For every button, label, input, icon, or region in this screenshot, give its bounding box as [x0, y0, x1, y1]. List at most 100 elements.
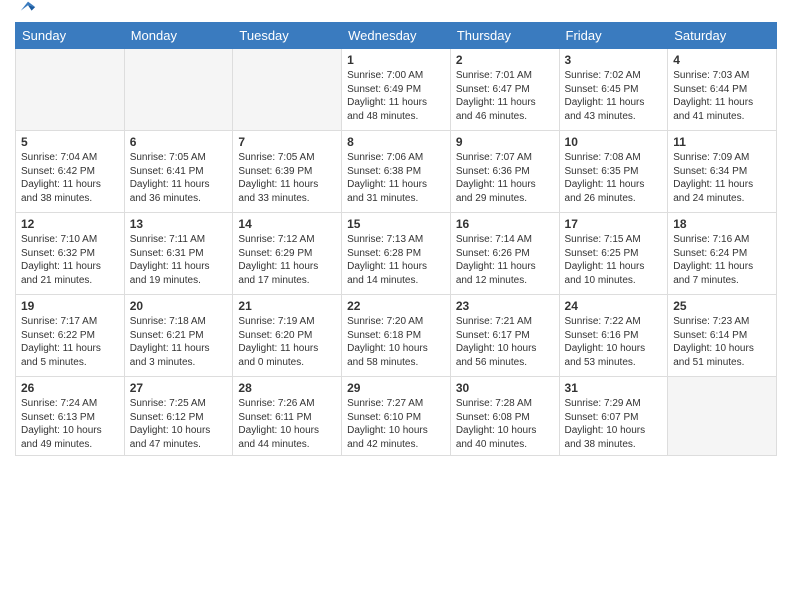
day-info: Sunrise: 7:01 AM Sunset: 6:47 PM Dayligh…	[456, 69, 554, 123]
day-number: 24	[565, 299, 663, 313]
calendar-day-cell: 2 Sunrise: 7:01 AM Sunset: 6:47 PM Daylig…	[450, 49, 559, 131]
day-info: Sunrise: 7:12 AM Sunset: 6:29 PM Dayligh…	[238, 233, 336, 287]
day-info: Sunrise: 7:13 AM Sunset: 6:28 PM Dayligh…	[347, 233, 445, 287]
day-info: Sunrise: 7:05 AM Sunset: 6:39 PM Dayligh…	[238, 151, 336, 205]
day-number: 27	[130, 381, 228, 395]
calendar-day-cell	[124, 49, 233, 131]
calendar-day-cell: 15 Sunrise: 7:13 AM Sunset: 6:28 PM Dayli…	[342, 213, 451, 295]
calendar-day-cell: 28 Sunrise: 7:26 AM Sunset: 6:11 PM Dayli…	[233, 377, 342, 456]
day-info: Sunrise: 7:00 AM Sunset: 6:49 PM Dayligh…	[347, 69, 445, 123]
calendar-day-cell: 12 Sunrise: 7:10 AM Sunset: 6:32 PM Dayli…	[16, 213, 125, 295]
calendar-day-cell	[233, 49, 342, 131]
calendar-header-row: SundayMondayTuesdayWednesdayThursdayFrid…	[16, 23, 777, 49]
header	[15, 10, 777, 14]
day-info: Sunrise: 7:17 AM Sunset: 6:22 PM Dayligh…	[21, 315, 119, 369]
calendar-day-cell: 25Sunrise: 7:23 AM Sunset: 6:14 PM Dayli…	[668, 295, 777, 377]
calendar-header-monday: Monday	[124, 23, 233, 49]
calendar-day-cell: 9Sunrise: 7:07 AM Sunset: 6:36 PM Daylig…	[450, 131, 559, 213]
day-number: 3	[565, 53, 663, 67]
calendar-day-cell: 27 Sunrise: 7:25 AM Sunset: 6:12 PM Dayli…	[124, 377, 233, 456]
day-number: 8	[347, 135, 445, 149]
calendar-day-cell: 7 Sunrise: 7:05 AM Sunset: 6:39 PM Daylig…	[233, 131, 342, 213]
day-number: 28	[238, 381, 336, 395]
day-number: 2	[456, 53, 554, 67]
day-number: 30	[456, 381, 554, 395]
day-number: 7	[238, 135, 336, 149]
calendar-week-row: 1 Sunrise: 7:00 AM Sunset: 6:49 PM Daylig…	[16, 49, 777, 131]
day-info: Sunrise: 7:23 AM Sunset: 6:14 PM Dayligh…	[673, 315, 771, 369]
day-number: 5	[21, 135, 119, 149]
day-info: Sunrise: 7:25 AM Sunset: 6:12 PM Dayligh…	[130, 397, 228, 451]
calendar-day-cell: 4 Sunrise: 7:03 AM Sunset: 6:44 PM Daylig…	[668, 49, 777, 131]
day-info: Sunrise: 7:26 AM Sunset: 6:11 PM Dayligh…	[238, 397, 336, 451]
calendar-day-cell: 6 Sunrise: 7:05 AM Sunset: 6:41 PM Daylig…	[124, 131, 233, 213]
calendar-day-cell: 3 Sunrise: 7:02 AM Sunset: 6:45 PM Daylig…	[559, 49, 668, 131]
day-number: 18	[673, 217, 771, 231]
calendar-day-cell: 26 Sunrise: 7:24 AM Sunset: 6:13 PM Dayli…	[16, 377, 125, 456]
day-number: 29	[347, 381, 445, 395]
calendar-day-cell: 23Sunrise: 7:21 AM Sunset: 6:17 PM Dayli…	[450, 295, 559, 377]
day-info: Sunrise: 7:29 AM Sunset: 6:07 PM Dayligh…	[565, 397, 663, 451]
calendar-week-row: 19 Sunrise: 7:17 AM Sunset: 6:22 PM Dayli…	[16, 295, 777, 377]
calendar: SundayMondayTuesdayWednesdayThursdayFrid…	[15, 22, 777, 456]
day-number: 19	[21, 299, 119, 313]
day-info: Sunrise: 7:04 AM Sunset: 6:42 PM Dayligh…	[21, 151, 119, 205]
calendar-day-cell: 18 Sunrise: 7:16 AM Sunset: 6:24 PM Dayli…	[668, 213, 777, 295]
day-info: Sunrise: 7:05 AM Sunset: 6:41 PM Dayligh…	[130, 151, 228, 205]
calendar-header-tuesday: Tuesday	[233, 23, 342, 49]
calendar-day-cell: 24 Sunrise: 7:22 AM Sunset: 6:16 PM Dayli…	[559, 295, 668, 377]
day-number: 20	[130, 299, 228, 313]
day-number: 26	[21, 381, 119, 395]
calendar-day-cell: 20 Sunrise: 7:18 AM Sunset: 6:21 PM Dayli…	[124, 295, 233, 377]
page: SundayMondayTuesdayWednesdayThursdayFrid…	[0, 0, 792, 612]
calendar-week-row: 12 Sunrise: 7:10 AM Sunset: 6:32 PM Dayli…	[16, 213, 777, 295]
calendar-day-cell: 31 Sunrise: 7:29 AM Sunset: 6:07 PM Dayli…	[559, 377, 668, 456]
day-info: Sunrise: 7:11 AM Sunset: 6:31 PM Dayligh…	[130, 233, 228, 287]
day-info: Sunrise: 7:22 AM Sunset: 6:16 PM Dayligh…	[565, 315, 663, 369]
day-number: 1	[347, 53, 445, 67]
day-info: Sunrise: 7:28 AM Sunset: 6:08 PM Dayligh…	[456, 397, 554, 451]
calendar-day-cell	[668, 377, 777, 456]
calendar-header-friday: Friday	[559, 23, 668, 49]
day-info: Sunrise: 7:02 AM Sunset: 6:45 PM Dayligh…	[565, 69, 663, 123]
day-number: 10	[565, 135, 663, 149]
calendar-day-cell	[16, 49, 125, 131]
day-info: Sunrise: 7:16 AM Sunset: 6:24 PM Dayligh…	[673, 233, 771, 287]
calendar-header-sunday: Sunday	[16, 23, 125, 49]
day-info: Sunrise: 7:06 AM Sunset: 6:38 PM Dayligh…	[347, 151, 445, 205]
calendar-day-cell: 13 Sunrise: 7:11 AM Sunset: 6:31 PM Dayli…	[124, 213, 233, 295]
day-number: 13	[130, 217, 228, 231]
day-number: 4	[673, 53, 771, 67]
day-info: Sunrise: 7:21 AM Sunset: 6:17 PM Dayligh…	[456, 315, 554, 369]
day-info: Sunrise: 7:10 AM Sunset: 6:32 PM Dayligh…	[21, 233, 119, 287]
day-info: Sunrise: 7:24 AM Sunset: 6:13 PM Dayligh…	[21, 397, 119, 451]
day-number: 17	[565, 217, 663, 231]
calendar-day-cell: 11Sunrise: 7:09 AM Sunset: 6:34 PM Dayli…	[668, 131, 777, 213]
day-number: 16	[456, 217, 554, 231]
calendar-day-cell: 21Sunrise: 7:19 AM Sunset: 6:20 PM Dayli…	[233, 295, 342, 377]
calendar-day-cell: 5 Sunrise: 7:04 AM Sunset: 6:42 PM Daylig…	[16, 131, 125, 213]
calendar-day-cell: 19 Sunrise: 7:17 AM Sunset: 6:22 PM Dayli…	[16, 295, 125, 377]
calendar-day-cell: 16Sunrise: 7:14 AM Sunset: 6:26 PM Dayli…	[450, 213, 559, 295]
day-number: 11	[673, 135, 771, 149]
day-info: Sunrise: 7:03 AM Sunset: 6:44 PM Dayligh…	[673, 69, 771, 123]
day-number: 15	[347, 217, 445, 231]
day-info: Sunrise: 7:07 AM Sunset: 6:36 PM Dayligh…	[456, 151, 554, 205]
day-info: Sunrise: 7:18 AM Sunset: 6:21 PM Dayligh…	[130, 315, 228, 369]
calendar-day-cell: 14Sunrise: 7:12 AM Sunset: 6:29 PM Dayli…	[233, 213, 342, 295]
day-number: 21	[238, 299, 336, 313]
day-number: 31	[565, 381, 663, 395]
calendar-day-cell: 1 Sunrise: 7:00 AM Sunset: 6:49 PM Daylig…	[342, 49, 451, 131]
day-number: 12	[21, 217, 119, 231]
day-number: 6	[130, 135, 228, 149]
day-number: 22	[347, 299, 445, 313]
calendar-day-cell: 8 Sunrise: 7:06 AM Sunset: 6:38 PM Daylig…	[342, 131, 451, 213]
logo-bird-icon	[19, 0, 37, 16]
calendar-day-cell: 10Sunrise: 7:08 AM Sunset: 6:35 PM Dayli…	[559, 131, 668, 213]
calendar-day-cell: 17 Sunrise: 7:15 AM Sunset: 6:25 PM Dayli…	[559, 213, 668, 295]
calendar-header-thursday: Thursday	[450, 23, 559, 49]
calendar-header-saturday: Saturday	[668, 23, 777, 49]
calendar-day-cell: 29 Sunrise: 7:27 AM Sunset: 6:10 PM Dayli…	[342, 377, 451, 456]
day-info: Sunrise: 7:27 AM Sunset: 6:10 PM Dayligh…	[347, 397, 445, 451]
day-info: Sunrise: 7:15 AM Sunset: 6:25 PM Dayligh…	[565, 233, 663, 287]
